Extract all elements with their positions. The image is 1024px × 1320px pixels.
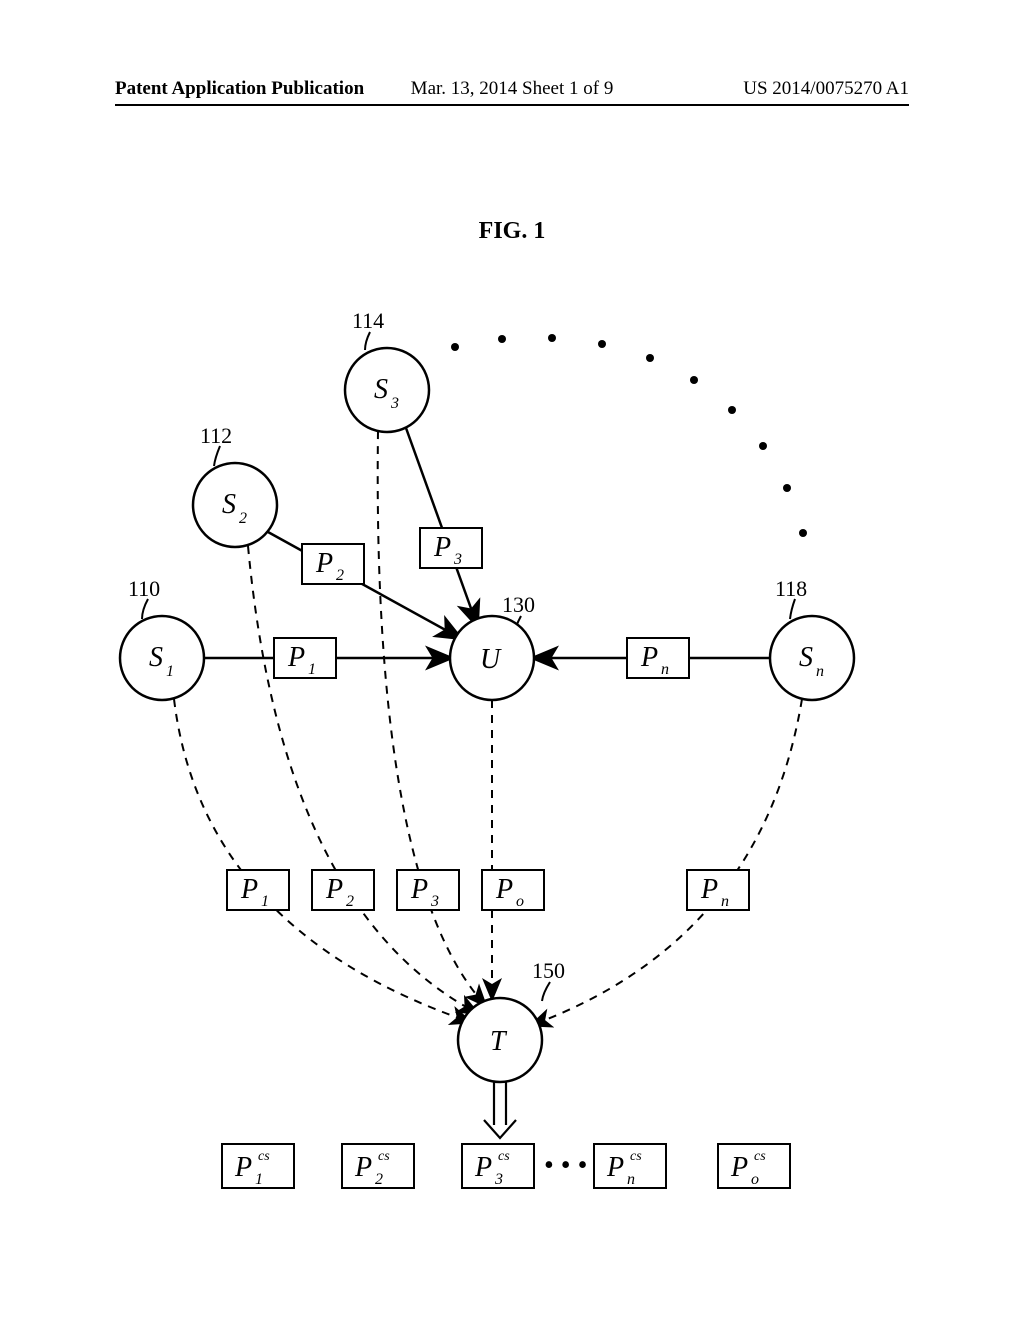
svg-text:1: 1	[308, 661, 316, 678]
node-sn: S n	[770, 616, 854, 700]
node-t: T	[458, 998, 542, 1082]
p-out-p3: P 3 cs	[462, 1144, 534, 1188]
svg-text:P: P	[700, 874, 718, 905]
p-out-pn: P n cs	[594, 1144, 666, 1188]
svg-text:3: 3	[390, 395, 399, 412]
svg-text:P: P	[640, 642, 658, 673]
svg-text:P: P	[730, 1152, 748, 1183]
svg-text:U: U	[480, 644, 502, 675]
svg-text:cs: cs	[378, 1149, 390, 1164]
svg-text:P: P	[287, 642, 305, 673]
svg-text:S: S	[374, 374, 388, 405]
svg-text:P: P	[315, 548, 333, 579]
svg-text:o: o	[516, 893, 524, 910]
svg-text:o: o	[751, 1171, 759, 1188]
header-right: US 2014/0075270 A1	[644, 78, 909, 100]
p-upper-p1: P 1	[274, 638, 336, 678]
header-rule	[115, 104, 909, 106]
svg-text:cs: cs	[258, 1149, 270, 1164]
svg-text:2: 2	[346, 893, 354, 910]
svg-text:P: P	[474, 1152, 492, 1183]
p-upper-pn: P n	[627, 638, 689, 678]
svg-text:cs: cs	[630, 1149, 642, 1164]
svg-text:P: P	[354, 1152, 372, 1183]
svg-text:P: P	[606, 1152, 624, 1183]
p-mid-p3: P 3	[397, 870, 459, 910]
p-mid-po: P o	[482, 870, 544, 910]
ref-112: 112	[200, 423, 232, 448]
svg-text:1: 1	[166, 663, 174, 680]
svg-text:1: 1	[255, 1171, 263, 1188]
figure-diagram: S 1 S 2 S 3 S n 110 112 114	[82, 290, 942, 1190]
svg-text:P: P	[234, 1152, 252, 1183]
node-s1: S 1	[120, 616, 204, 700]
node-s3: S 3	[345, 348, 429, 432]
header-center: Mar. 13, 2014 Sheet 1 of 9	[380, 78, 645, 100]
svg-text:3: 3	[494, 1171, 503, 1188]
header-left: Patent Application Publication	[115, 78, 380, 100]
node-u: U	[450, 616, 534, 700]
svg-text:cs: cs	[498, 1149, 510, 1164]
svg-text:n: n	[721, 893, 729, 910]
svg-text:3: 3	[453, 551, 462, 568]
svg-text:1: 1	[261, 893, 269, 910]
svg-text:n: n	[627, 1171, 635, 1188]
svg-text:S: S	[222, 489, 236, 520]
svg-text:P: P	[410, 874, 428, 905]
svg-text:S: S	[799, 642, 813, 673]
page: Patent Application Publication Mar. 13, …	[0, 0, 1024, 1320]
ref-150: 150	[532, 958, 565, 983]
svg-text:T: T	[490, 1026, 508, 1057]
svg-text:3: 3	[430, 893, 439, 910]
svg-text:P: P	[433, 532, 451, 563]
ref-114: 114	[352, 308, 384, 333]
svg-text:cs: cs	[754, 1149, 766, 1164]
t-output-arrow	[484, 1082, 516, 1138]
p-out-p2: P 2 cs	[342, 1144, 414, 1188]
svg-text:2: 2	[375, 1171, 383, 1188]
p-upper-p3: P 3	[420, 528, 482, 568]
svg-text:2: 2	[239, 510, 247, 527]
node-s2: S 2	[193, 463, 277, 547]
continuation-dots	[451, 334, 807, 537]
p-mid-pn: P n	[687, 870, 749, 910]
ref-110: 110	[128, 576, 160, 601]
svg-text:S: S	[149, 642, 163, 673]
svg-text:n: n	[816, 663, 824, 680]
p-upper-p2: P 2	[302, 544, 364, 584]
svg-text:P: P	[325, 874, 343, 905]
p-out-p1: P 1 cs	[222, 1144, 294, 1188]
svg-text:2: 2	[336, 567, 344, 584]
ref-118: 118	[775, 576, 807, 601]
figure-title: FIG. 1	[0, 218, 1024, 245]
svg-text:P: P	[240, 874, 258, 905]
p-mid-p1: P 1	[227, 870, 289, 910]
p-out-po: P o cs	[718, 1144, 790, 1188]
svg-text:n: n	[661, 661, 669, 678]
ref-130: 130	[502, 592, 535, 617]
svg-text:P: P	[495, 874, 513, 905]
p-mid-p2: P 2	[312, 870, 374, 910]
p-out-ellipsis: • • •	[544, 1150, 587, 1181]
page-header: Patent Application Publication Mar. 13, …	[0, 78, 1024, 100]
